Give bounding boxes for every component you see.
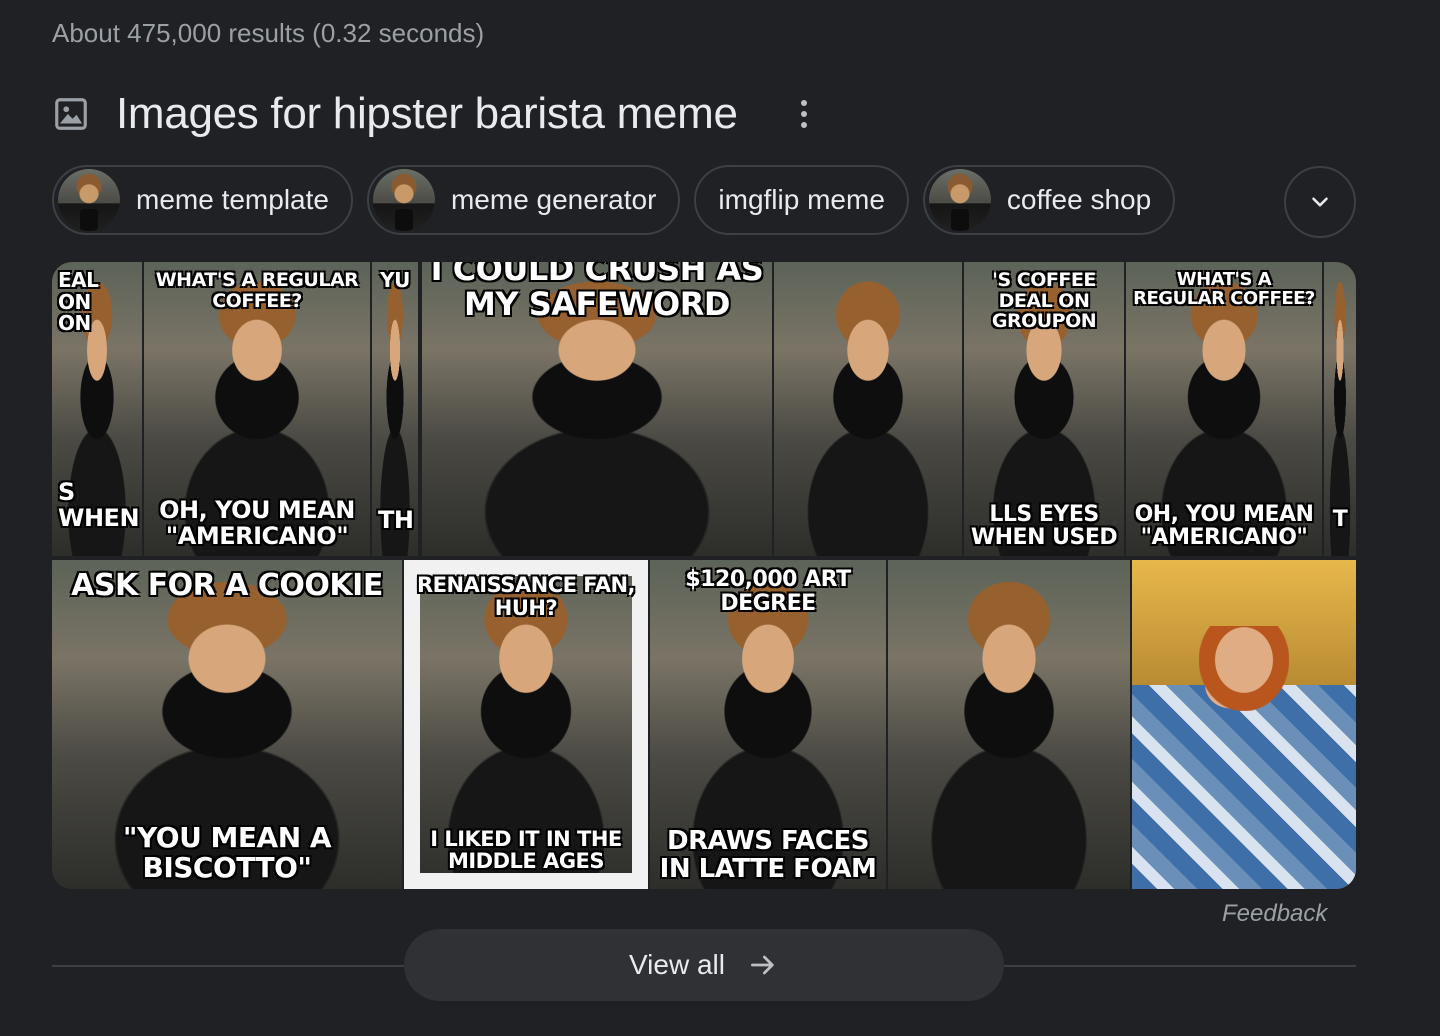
chip-label: coffee shop xyxy=(1006,184,1152,215)
result-image[interactable]: RENAISSANCE FAN, HUH? I LIKED IT IN THE … xyxy=(404,560,648,889)
result-image[interactable]: EAL ON ON S WHEN xyxy=(52,262,142,556)
arrow-right-icon xyxy=(747,949,779,981)
divider xyxy=(52,965,404,967)
image-icon xyxy=(55,98,87,130)
result-image[interactable]: WHAT'S A REGULAR COFFEE? OH, YOU MEAN "A… xyxy=(144,262,370,556)
feedback-link[interactable]: Feedback xyxy=(1222,900,1327,928)
result-image[interactable] xyxy=(888,560,1130,889)
meme-caption-bottom: OH, YOU MEAN "AMERICANO" xyxy=(1134,501,1314,551)
more-vert-icon[interactable] xyxy=(792,94,816,134)
chip-thumbnail xyxy=(58,169,120,231)
meme-caption-bottom: DRAWS FACES IN LATTE FOAM xyxy=(659,825,877,884)
meme-caption-bottom: S WHEN xyxy=(58,478,140,533)
refinement-chips: meme template meme generator imgflip mem… xyxy=(52,165,1176,235)
meme-caption-top: 'S COFFEE DEAL ON GROUPON xyxy=(991,269,1097,333)
meme-caption-top: RENAISSANCE FAN, HUH? xyxy=(416,573,636,620)
image-results-grid: EAL ON ON S WHEN WHAT'S A REGULAR COFFEE… xyxy=(52,262,1356,889)
meme-caption-bottom: TH xyxy=(378,506,414,535)
chip-thumbnail xyxy=(928,169,991,231)
meme-caption-bottom: T xyxy=(1332,507,1348,533)
chip-meme-generator[interactable]: meme generator xyxy=(366,165,681,235)
meme-caption-top: YU xyxy=(380,268,410,292)
result-image-barista[interactable] xyxy=(1132,560,1356,889)
meme-caption-bottom: "YOU MEAN A BISCOTTO" xyxy=(122,820,332,884)
expand-chips-button[interactable] xyxy=(1284,166,1356,238)
result-image[interactable]: T xyxy=(1324,262,1356,556)
result-image[interactable]: ASK FOR A COOKIE "YOU MEAN A BISCOTTO" xyxy=(52,560,402,889)
chip-meme-template[interactable]: meme template xyxy=(52,165,353,235)
chip-thumbnail xyxy=(372,169,435,231)
result-stats: About 475,000 results (0.32 seconds) xyxy=(52,18,485,48)
meme-caption-top: ASK FOR A COOKIE xyxy=(71,568,383,603)
chip-coffee-shop[interactable]: coffee shop xyxy=(922,165,1176,235)
meme-caption-bottom: LLS EYES WHEN USED xyxy=(970,501,1118,551)
meme-caption-top: I COULD CRUSH AS MY SAFEWORD xyxy=(430,262,764,323)
chip-label: meme generator xyxy=(450,184,657,215)
chip-label: imgflip meme xyxy=(718,184,885,215)
chip-label: meme template xyxy=(136,184,329,215)
result-image[interactable]: $120,000 ART DEGREE DRAWS FACES IN LATTE… xyxy=(650,560,886,889)
images-header-title[interactable]: Images for hipster barista meme xyxy=(116,89,738,139)
result-image[interactable]: 'S COFFEE DEAL ON GROUPON LLS EYES WHEN … xyxy=(964,262,1124,556)
result-image[interactable] xyxy=(774,262,962,556)
view-all-button[interactable]: View all xyxy=(404,929,1004,1001)
chevron-down-icon xyxy=(1312,197,1328,207)
divider xyxy=(1004,965,1356,967)
meme-caption-top: WHAT'S A REGULAR COFFEE? xyxy=(155,269,359,312)
chip-imgflip-meme[interactable]: imgflip meme xyxy=(694,165,909,235)
result-image[interactable]: WHAT'S A REGULAR COFFEE? OH, YOU MEAN "A… xyxy=(1126,262,1322,556)
meme-caption-top: $120,000 ART DEGREE xyxy=(685,567,851,616)
result-image[interactable]: I COULD CRUSH AS MY SAFEWORD xyxy=(422,262,772,556)
images-header: Images for hipster barista meme xyxy=(52,86,816,142)
result-image[interactable]: YU TH xyxy=(372,262,418,556)
meme-caption-top: WHAT'S A REGULAR COFFEE? xyxy=(1133,269,1315,310)
view-all-label: View all xyxy=(629,949,725,980)
meme-caption-bottom: OH, YOU MEAN "AMERICANO" xyxy=(159,496,355,551)
meme-caption-bottom: I LIKED IT IN THE MIDDLE AGES xyxy=(430,826,622,874)
meme-caption-top: EAL ON ON xyxy=(58,268,99,336)
